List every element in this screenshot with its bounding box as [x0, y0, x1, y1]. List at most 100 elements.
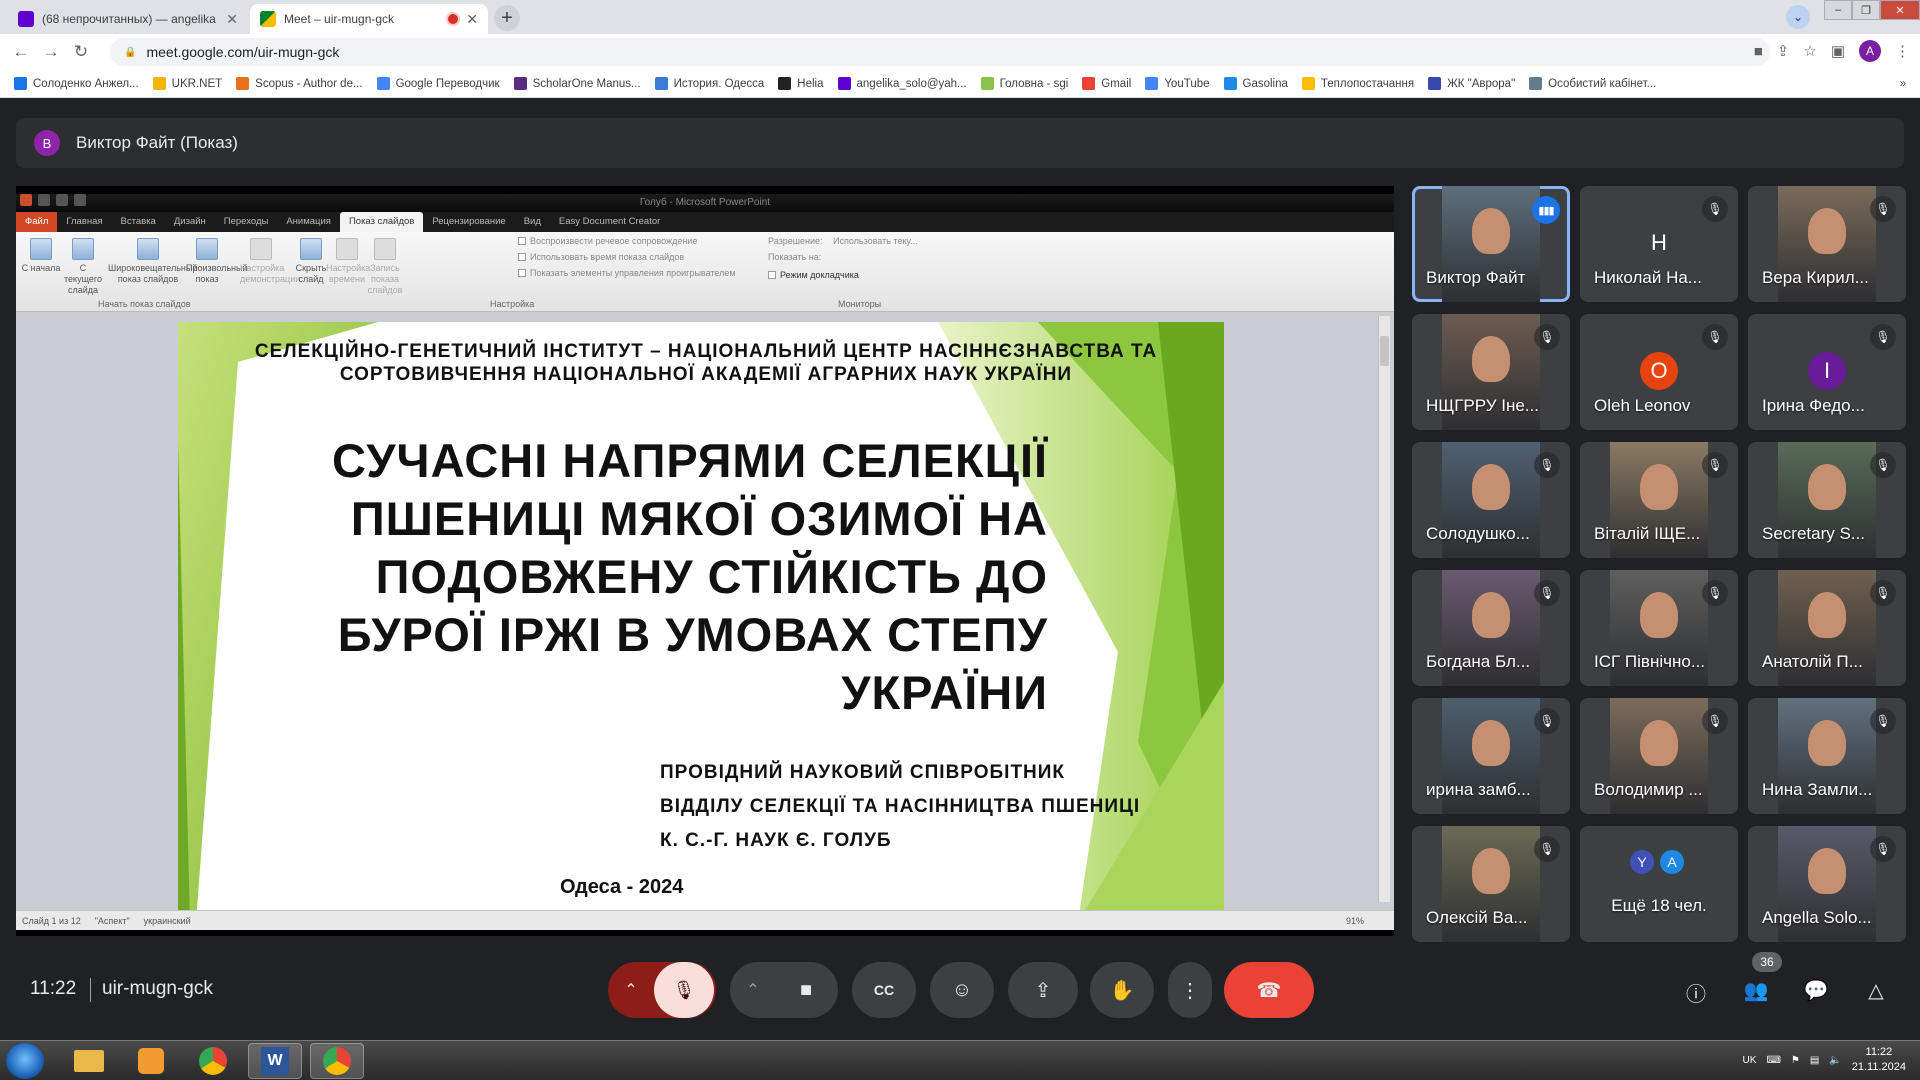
participant-tile[interactable]: 🎙 НЩГРРУ Іне...: [1412, 314, 1570, 430]
participant-tile[interactable]: 🎙 Нина Замли...: [1748, 698, 1906, 814]
profile-avatar[interactable]: A: [1859, 40, 1881, 62]
bookmark-item[interactable]: YouTube: [1145, 77, 1210, 90]
present-button[interactable]: ⇪: [1008, 962, 1078, 1018]
forward-button[interactable]: →: [36, 42, 66, 62]
participant-tile[interactable]: 🎙 Володимир ...: [1580, 698, 1738, 814]
bookmark-item[interactable]: ScholarOne Manus...: [513, 77, 641, 90]
reactions-button[interactable]: ☺: [930, 962, 994, 1018]
sgi-icon: [980, 77, 994, 90]
participant-tile[interactable]: 🎙 ІСГ Північно...: [1580, 570, 1738, 686]
chrome-icon[interactable]: [186, 1043, 240, 1079]
bookmark-item[interactable]: UKR.NET: [152, 77, 222, 90]
tab-mail[interactable]: (68 непрочитанных) — angelika ✕: [8, 4, 248, 34]
bookmark-item[interactable]: История. Одесса: [654, 77, 764, 90]
bookmark-item[interactable]: Солоденко Анжел...: [14, 77, 139, 90]
bookmark-item[interactable]: Scopus - Author de...: [236, 77, 363, 90]
language: украинский: [143, 915, 191, 926]
heat-icon: [1301, 77, 1315, 90]
checkbox-timings: Использовать время показа слайдов: [518, 252, 684, 262]
ribbon-button: Широковещательный показ слайдов: [108, 238, 197, 285]
address-bar[interactable]: 🔒 meet.google.com/uir-mugn-gck: [110, 38, 1770, 66]
network-icon[interactable]: ▤: [1810, 1055, 1819, 1066]
more-participants-tile[interactable]: Y A Ещё 18 чел.: [1580, 826, 1738, 942]
participant-tile[interactable]: 🎙 Віталій ІЩЕ...: [1580, 442, 1738, 558]
ukrnet-icon: [152, 77, 166, 90]
camera-in-use-icon[interactable]: ■: [1754, 43, 1763, 60]
window-controls: – ❐ ✕: [1824, 0, 1920, 20]
hand-icon: ✋: [1109, 979, 1135, 1002]
bookmark-item[interactable]: Головна - sgi: [980, 77, 1068, 90]
participant-face: [1640, 464, 1678, 510]
raise-hand-button[interactable]: ✋: [1090, 962, 1154, 1018]
participant-tile[interactable]: 🎙 Вера Кирил...: [1748, 186, 1906, 302]
bookmark-item[interactable]: Gmail: [1082, 77, 1131, 90]
participant-tile[interactable]: 🎙 Богдана Бл...: [1412, 570, 1570, 686]
ribbon-tab: Анимация: [286, 216, 331, 227]
participant-tile[interactable]: 🎙 ирина замб...: [1412, 698, 1570, 814]
menu-kebab-icon[interactable]: ⋮: [1895, 42, 1910, 60]
ribbon-tabs: Файл Главная Вставка Дизайн Переходы Анимация…: [16, 212, 1394, 232]
show-on-select: Показать на:: [768, 252, 821, 262]
bookmark-item[interactable]: Google Переводчик: [376, 77, 500, 90]
participant-tile[interactable]: O 🎙 Oleh Leonov: [1580, 314, 1738, 430]
mic-muted-icon: 🎙: [1702, 580, 1728, 606]
participant-tile[interactable]: 🎙 Солодушко...: [1412, 442, 1570, 558]
participant-tile[interactable]: Н 🎙 Николай На...: [1580, 186, 1738, 302]
video-options-button[interactable]: ⌃: [730, 980, 776, 1000]
bookmark-item[interactable]: Gasolina: [1223, 77, 1288, 90]
system-clock[interactable]: 11:22 21.11.2024: [1852, 1045, 1906, 1075]
camera-icon[interactable]: ■: [776, 979, 836, 1002]
tab-meet[interactable]: Meet – uir-mugn-gck ✕: [250, 4, 488, 34]
close-tab-icon[interactable]: ✕: [226, 11, 238, 28]
participant-name: Ірина Федо...: [1762, 396, 1865, 415]
ribbon-tab: Easy Document Creator: [558, 216, 661, 227]
lock-icon[interactable]: 🔒: [124, 47, 136, 58]
share-icon[interactable]: ⇪: [1777, 42, 1790, 60]
volume-icon[interactable]: 🔈: [1829, 1055, 1841, 1066]
tab-search-button[interactable]: ⌄: [1786, 5, 1810, 29]
activities-icon[interactable]: △: [1862, 978, 1890, 1003]
language-indicator[interactable]: UK: [1743, 1055, 1757, 1066]
mic-off-icon[interactable]: 🎙: [654, 962, 714, 1018]
close-tab-icon[interactable]: ✕: [466, 11, 478, 28]
audio-options-button[interactable]: ⌃: [608, 980, 654, 1000]
bookmark-item[interactable]: Helia: [778, 77, 824, 90]
more-bookmarks-icon[interactable]: »: [1900, 78, 1906, 90]
bookmarks-bar: Солоденко Анжел... UKR.NET Scopus - Author…: [0, 70, 1920, 98]
bookmark-item[interactable]: ЖК "Аврора": [1428, 77, 1515, 90]
bookmark-star-icon[interactable]: ☆: [1803, 42, 1816, 60]
keyboard-icon[interactable]: ⌨: [1766, 1055, 1780, 1066]
bookmark-item[interactable]: Особистий кабінет...: [1529, 77, 1656, 90]
media-player-icon[interactable]: [124, 1043, 178, 1079]
bookmark-item[interactable]: Теплопостачання: [1301, 77, 1415, 90]
side-panel-icon[interactable]: ▣: [1831, 42, 1845, 60]
participant-tile[interactable]: 🎙 Secretary S...: [1748, 442, 1906, 558]
slideshow-icon: [336, 238, 358, 260]
reload-button[interactable]: ↻: [66, 42, 96, 62]
explorer-icon[interactable]: [62, 1043, 116, 1079]
meeting-details-icon[interactable]: ⓘ: [1682, 978, 1710, 1007]
maximize-button[interactable]: ❐: [1852, 0, 1880, 20]
back-button[interactable]: ←: [6, 42, 36, 62]
participant-tile[interactable]: ▮▮▮ Виктор Файт: [1412, 186, 1570, 302]
chrome-profile-icon[interactable]: [310, 1043, 364, 1079]
leave-call-button[interactable]: ☎: [1224, 962, 1314, 1018]
minimize-button[interactable]: –: [1824, 0, 1852, 20]
bookmark-item[interactable]: angelika_solo@yah...: [837, 77, 967, 90]
browser-toolbar: ← → ↻ 🔒 meet.google.com/uir-mugn-gck ■ ⇪…: [0, 34, 1920, 70]
new-tab-button[interactable]: +: [494, 5, 520, 31]
participant-tile[interactable]: 🎙 Анатолій П...: [1748, 570, 1906, 686]
bookmark-label: Теплопостачання: [1320, 77, 1415, 90]
captions-button[interactable]: CC: [852, 962, 916, 1018]
participant-face: [1472, 848, 1510, 894]
participant-tile[interactable]: 🎙 Angella Solo...: [1748, 826, 1906, 942]
people-icon[interactable]: 👥: [1742, 978, 1770, 1003]
word-icon[interactable]: W: [248, 1043, 302, 1079]
start-button[interactable]: [6, 1043, 44, 1079]
chat-icon[interactable]: 💬: [1802, 978, 1830, 1003]
participant-tile[interactable]: І 🎙 Ірина Федо...: [1748, 314, 1906, 430]
close-window-button[interactable]: ✕: [1880, 0, 1920, 20]
participant-tile[interactable]: 🎙 Олексій Ва...: [1412, 826, 1570, 942]
flag-icon[interactable]: ⚑: [1791, 1055, 1800, 1066]
more-options-button[interactable]: ⋮: [1168, 962, 1212, 1018]
